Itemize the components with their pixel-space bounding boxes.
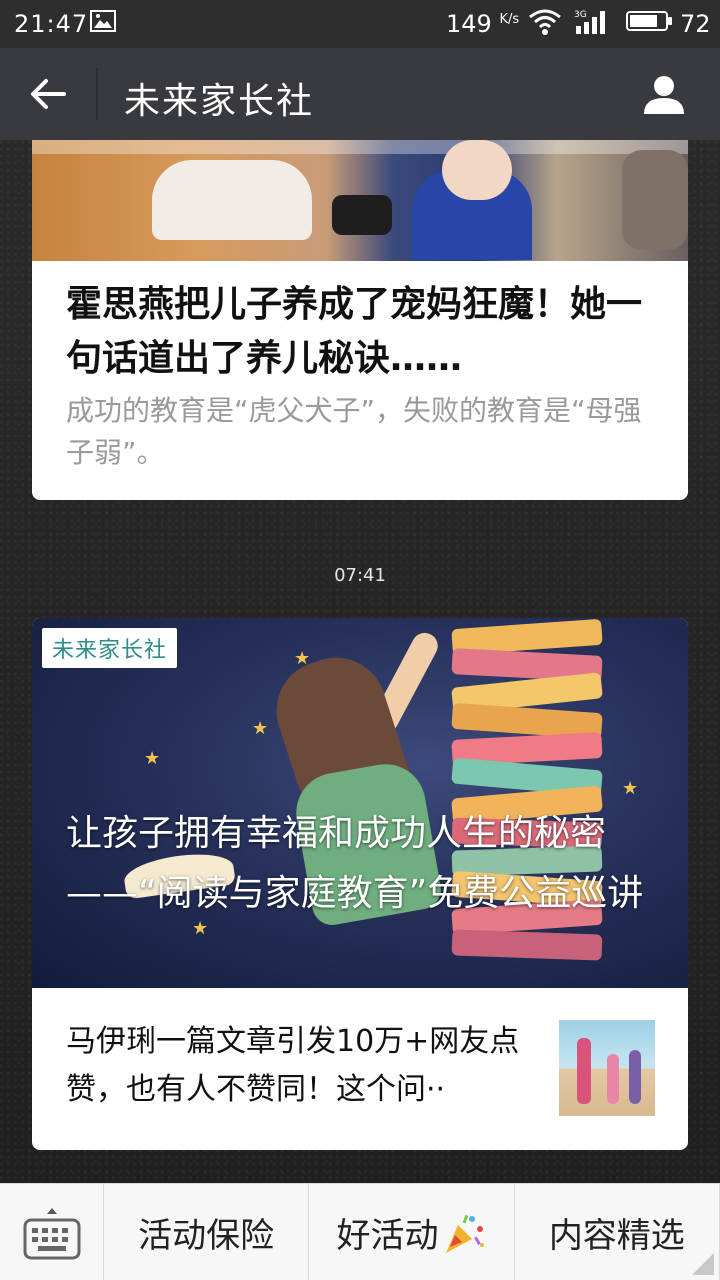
title-bar: 未来家长社 — [0, 48, 720, 140]
article-digest: 成功的教育是“虎父犬子”，失败的教育是“母强子弱”。 — [66, 394, 642, 469]
sub-article-thumbnail — [559, 1020, 655, 1116]
menu-item-label: 好活动 — [336, 1216, 439, 1256]
profile-icon[interactable] — [640, 70, 688, 118]
svg-text:3G: 3G — [574, 10, 587, 20]
signal-icon: 3G — [574, 10, 605, 34]
message-timestamp: 07:41 — [334, 565, 386, 586]
network-speed: 149 K/s — [446, 10, 519, 38]
status-time: 21:47 — [14, 10, 89, 38]
keyboard-icon — [23, 1208, 81, 1260]
wifi-icon — [529, 9, 561, 35]
sub-article-item[interactable]: 马伊琍一篇文章引发10万+网友点赞，也有人不赞同！这个问·· — [32, 988, 688, 1150]
feature-cover-image[interactable]: ★ ★ ★ ★ ★ ★ 未来家长社 让孩子拥有幸福和成功人生的秘密——“阅读与家… — [32, 618, 688, 988]
party-popper-icon — [446, 1214, 485, 1253]
status-bar: 21:47 149 K/s 3G 72 — [0, 0, 720, 48]
article-group-card: ★ ★ ★ ★ ★ ★ 未来家长社 让孩子拥有幸福和成功人生的秘密——“阅读与家… — [32, 618, 688, 1150]
battery-icon — [626, 11, 672, 31]
battery-level: 72 — [680, 10, 711, 38]
network-speed-unit: K/s — [499, 12, 520, 27]
back-arrow-icon[interactable] — [26, 72, 70, 116]
sub-article-title: 马伊琍一篇文章引发10万+网友点赞，也有人不赞同！这个问·· — [66, 1024, 520, 1107]
keyboard-toggle-button[interactable] — [0, 1184, 104, 1280]
corner-indicator — [692, 1253, 714, 1275]
image-notification-icon — [90, 10, 116, 32]
book-stack-illustration — [451, 618, 612, 988]
article-cover-image — [32, 140, 688, 261]
menu-item-featured-content[interactable]: 内容精选 — [515, 1184, 720, 1280]
article-title[interactable]: 霍思燕把儿子养成了宠妈狂魔！她一句话道出了养儿秘诀…… — [66, 278, 656, 386]
page-title: 未来家长社 — [124, 81, 315, 122]
network-speed-value: 149 — [446, 10, 492, 38]
brand-tag: 未来家长社 — [42, 628, 178, 668]
menu-item-label: 活动保险 — [138, 1216, 275, 1256]
title-divider — [96, 68, 98, 120]
menu-item-activity-insurance[interactable]: 活动保险 — [104, 1184, 310, 1280]
feature-title[interactable]: 让孩子拥有幸福和成功人生的秘密——“阅读与家庭教育”免费公益巡讲 — [66, 804, 656, 924]
menu-item-label: 内容精选 — [548, 1216, 685, 1256]
menu-item-good-activities[interactable]: 好活动 — [309, 1184, 515, 1280]
bottom-menu: 活动保险 好活动 内容精选 — [0, 1183, 720, 1280]
article-card[interactable]: 霍思燕把儿子养成了宠妈狂魔！她一句话道出了养儿秘诀…… 成功的教育是“虎父犬子”… — [32, 140, 688, 500]
